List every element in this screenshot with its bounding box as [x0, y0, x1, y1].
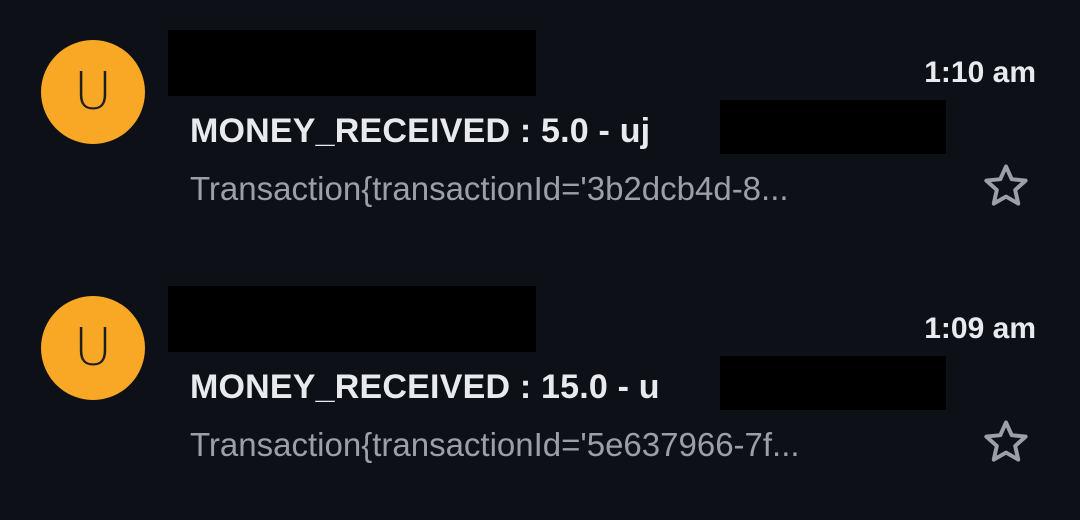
sender-avatar[interactable]: U: [41, 296, 145, 400]
email-time: 1:10 am: [924, 56, 1036, 89]
star-outline-icon: [984, 420, 1028, 462]
avatar-letter: U: [73, 318, 113, 378]
email-snippet: Transaction{transactionId='5e637966-7f..…: [190, 426, 800, 463]
email-subject: MONEY_RECEIVED : 15.0 - u: [190, 368, 660, 406]
sender-avatar[interactable]: U: [41, 40, 145, 144]
redacted-sender-name: [168, 30, 536, 96]
email-subject: MONEY_RECEIVED : 5.0 - uj: [190, 112, 651, 150]
email-list-item[interactable]: U 1:09 am MONEY_RECEIVED : 15.0 - u Tran…: [0, 256, 1080, 496]
email-snippet: Transaction{transactionId='3b2dcb4d-8...: [190, 170, 789, 207]
star-outline-icon: [984, 164, 1028, 206]
redacted-subject-part: [720, 100, 946, 154]
redacted-sender-name: [168, 286, 536, 352]
email-time: 1:09 am: [924, 312, 1036, 345]
email-list-item[interactable]: U 1:10 am MONEY_RECEIVED : 5.0 - uj Tran…: [0, 0, 1080, 240]
redacted-subject-part: [720, 356, 946, 410]
email-list: U 1:10 am MONEY_RECEIVED : 5.0 - uj Tran…: [0, 0, 1080, 520]
avatar-letter: U: [73, 62, 113, 122]
star-icon[interactable]: [978, 414, 1034, 470]
star-icon[interactable]: [978, 158, 1034, 214]
